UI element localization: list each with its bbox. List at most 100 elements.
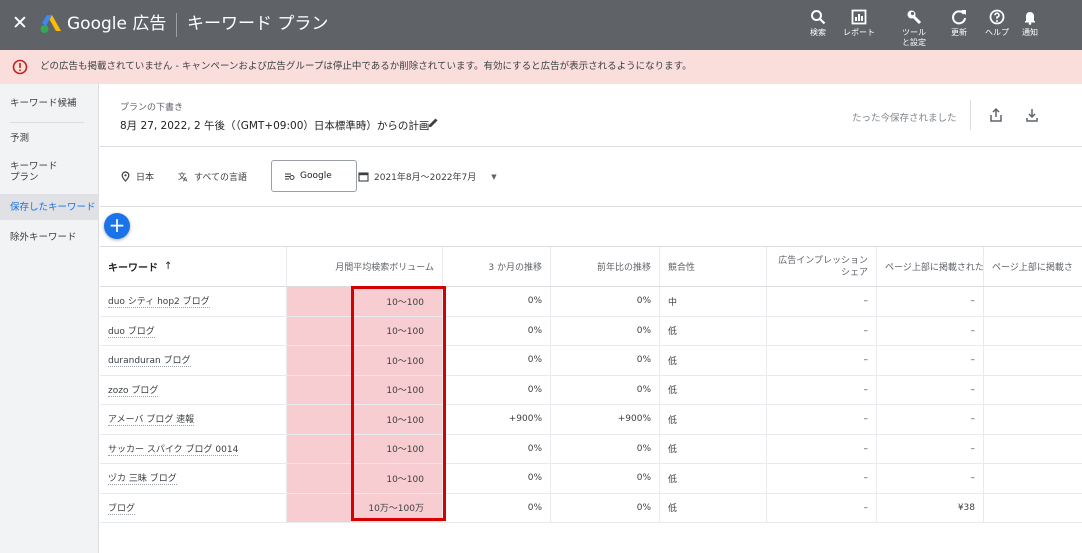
top-bid-high-cell [984, 376, 1082, 405]
yoy-change-cell-text: 0% [636, 443, 651, 454]
reports-button[interactable]: レポート [838, 9, 880, 38]
keyword-cell[interactable]: サッカー スパイク ブログ 0014 [100, 434, 287, 463]
keyword-cell-text: duranduran ブログ [108, 353, 191, 368]
sidebar-item-negative-keywords[interactable]: 除外キーワード [10, 232, 77, 244]
svg-text:A: A [183, 176, 188, 183]
location-filter[interactable]: 日本 [120, 170, 154, 183]
keyword-cell[interactable]: ヅカ 三昧 ブログ [100, 464, 287, 493]
table-row[interactable]: ブログ 10万～100万 0% 0% 低 – ¥38 [100, 493, 1082, 523]
impression-share-cell: – [767, 346, 877, 375]
sidebar-item-saved-keywords[interactable]: 保存したキーワード [10, 202, 96, 214]
column-header-competition[interactable]: 競合性 [660, 247, 767, 286]
column-header-monthly-volume[interactable]: 月間平均検索ボリューム [287, 247, 443, 286]
share-icon[interactable] [988, 107, 1004, 123]
competition-cell: 低 [660, 493, 767, 522]
impression-share-cell-text: – [863, 502, 869, 513]
keyword-cell[interactable]: duo ブログ [100, 316, 287, 345]
pencil-icon[interactable] [428, 117, 439, 128]
competition-cell-text: 中 [668, 297, 678, 308]
top-bar: ✕ Google 広告 キーワード プラン 検索 レポート ツールと設定 更新 … [0, 0, 1082, 50]
keyword-cell[interactable]: duo シティ hop2 ブログ [100, 287, 287, 316]
impression-share-cell: – [767, 316, 877, 345]
yoy-change-cell-text: 0% [636, 502, 651, 513]
brand-name: Google 広告 [67, 14, 167, 34]
three-month-change-cell-text: 0% [527, 473, 542, 484]
google-ads-logo [40, 15, 61, 33]
table-header-row: キーワード ↑ 月間平均検索ボリューム 3 か月の推移 前年比の推移 競合性 広告… [100, 247, 1082, 287]
three-month-change-cell-text: 0% [527, 296, 542, 307]
add-keyword-button[interactable]: + [104, 213, 130, 239]
monthly-volume-cell: 10～100 [287, 287, 443, 316]
yoy-change-cell: +900% [551, 405, 660, 434]
column-header-3-month-change[interactable]: 3 か月の推移 [443, 247, 551, 286]
close-icon[interactable]: ✕ [12, 12, 28, 34]
table-row[interactable]: zozo ブログ 10～100 0% 0% 低 – – [100, 375, 1082, 405]
yoy-change-cell-text: 0% [636, 473, 651, 484]
yoy-change-cell: 0% [551, 375, 660, 404]
table-row[interactable]: ヅカ 三昧 ブログ 10～100 0% 0% 低 – – [100, 464, 1082, 494]
top-bid-low-cell-text: ¥38 [957, 502, 975, 513]
download-icon[interactable] [1024, 107, 1040, 123]
column-header-keyword-label: キーワード [108, 263, 158, 274]
plan-title: 8月 27, 2022, 2 午後（（GMT+09:00）日本標準時）からの計画 [120, 120, 430, 132]
table-row[interactable]: duo シティ hop2 ブログ 10～100 0% 0% 中 – – [100, 287, 1082, 317]
notifications-button[interactable]: 通知 [1009, 9, 1051, 38]
network-filter[interactable]: Google [271, 160, 357, 192]
table-row[interactable]: duo ブログ 10～100 0% 0% 低 – – [100, 316, 1082, 346]
monthly-volume-cell: 10～100 [287, 405, 443, 434]
refresh-button[interactable]: 更新 [938, 9, 980, 38]
header-divider [970, 100, 971, 130]
impression-share-cell: – [767, 375, 877, 404]
column-header-yoy-change[interactable]: 前年比の推移 [551, 247, 660, 286]
impression-share-cell: – [767, 287, 877, 316]
keyword-cell[interactable]: duranduran ブログ [100, 346, 287, 375]
keyword-cell-text: zozo ブログ [108, 383, 159, 397]
yoy-change-cell: 0% [551, 493, 660, 522]
refresh-icon [952, 10, 966, 25]
yoy-change-cell-text: +900% [617, 414, 651, 425]
header-rule [100, 146, 1082, 147]
yoy-change-cell: 0% [551, 434, 660, 463]
impression-share-cell-text: – [863, 296, 869, 307]
dropdown-arrow-icon: ▼ [491, 172, 497, 181]
table-row[interactable]: アメーバ ブログ 速報 10～100 +900% +900% 低 – – [100, 405, 1082, 435]
keyword-cell[interactable]: ブログ [100, 493, 287, 522]
competition-cell-text: 低 [668, 445, 678, 456]
column-header-top-of-page-bid-low[interactable]: ページ上部に掲載された [877, 247, 984, 286]
top-bid-low-cell-text: – [970, 384, 976, 395]
top-bid-high-cell [984, 346, 1082, 375]
impression-share-cell: – [767, 464, 877, 493]
sidebar-item-keyword-plan[interactable]: キーワード プラン [10, 161, 58, 183]
sidebar-item-forecast[interactable]: 予測 [10, 133, 29, 145]
impression-share-cell: – [767, 405, 877, 434]
competition-cell-text: 低 [668, 386, 678, 397]
impression-share-cell-text: – [863, 443, 869, 454]
language-filter-label: すべての言語 [194, 173, 248, 183]
keyword-cell[interactable]: zozo ブログ [100, 375, 287, 404]
column-header-keyword[interactable]: キーワード ↑ [100, 247, 287, 286]
column-header-impression-share[interactable]: 広告インプレッション シェア [767, 247, 877, 286]
table-row[interactable]: duranduran ブログ 10～100 0% 0% 低 – – [100, 346, 1082, 376]
monthly-volume-cell-text: 10～100 [386, 297, 424, 308]
table-row[interactable]: サッカー スパイク ブログ 0014 10～100 0% 0% 低 – – [100, 434, 1082, 464]
monthly-volume-cell-text: 10～100 [386, 386, 424, 397]
three-month-change-cell-text: 0% [527, 443, 542, 454]
search-button[interactable]: 検索 [797, 9, 839, 38]
language-filter[interactable]: 文A すべての言語 [178, 170, 247, 183]
page-title: キーワード プラン [187, 14, 329, 34]
tools-button[interactable]: ツールと設定 [893, 9, 935, 48]
yoy-change-cell-text: 0% [636, 355, 651, 366]
monthly-volume-cell: 10～100 [287, 464, 443, 493]
keyword-cell[interactable]: アメーバ ブログ 速報 [100, 405, 287, 434]
competition-cell-text: 低 [668, 356, 678, 367]
keyword-table: キーワード ↑ 月間平均検索ボリューム 3 か月の推移 前年比の推移 競合性 広告… [100, 246, 1082, 523]
save-status: たった今保存されました [852, 113, 957, 124]
three-month-change-cell-text: 0% [527, 355, 542, 366]
competition-cell: 低 [660, 434, 767, 463]
monthly-volume-cell-text: 10～100 [386, 415, 424, 426]
sidebar-item-keyword-ideas[interactable]: キーワード候補 [10, 98, 77, 110]
column-header-top-of-page-bid-high[interactable]: ページ上部に掲載さ [984, 247, 1082, 286]
keyword-cell-text: サッカー スパイク ブログ 0014 [108, 442, 239, 456]
three-month-change-cell: 0% [443, 464, 551, 493]
date-range-filter[interactable]: 2021年8月～2022年7月 ▼ [358, 170, 497, 183]
